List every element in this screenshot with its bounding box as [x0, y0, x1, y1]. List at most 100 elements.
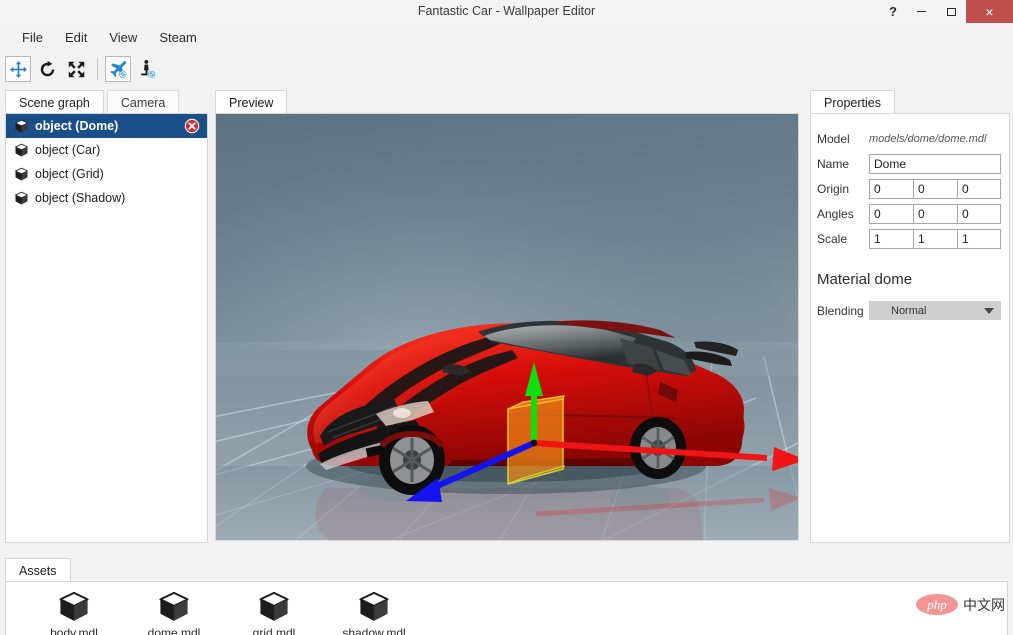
move-tool-button[interactable] [5, 56, 31, 82]
assets-list: body.mdl dome.mdl grid.mdl shadow.mdl [5, 581, 1008, 635]
origin-y-input[interactable] [913, 178, 957, 199]
scene-graph-item-label: object (Grid) [35, 167, 104, 181]
application-window: Fantastic Car - Wallpaper Editor ? × Fil… [0, 0, 1013, 635]
window-title: Fantastic Car - Wallpaper Editor [417, 4, 596, 18]
properties-panel: Properties Model models/dome/dome.mdl Na… [810, 88, 1010, 543]
asset-label: grid.mdl [252, 626, 296, 635]
assets-tabstrip: Assets [5, 556, 1008, 583]
scene-graph-tabstrip: Scene graph Camera [5, 88, 208, 115]
menu-item-view[interactable]: View [99, 27, 147, 48]
toolbar-separator [97, 58, 98, 80]
scene-graph-item-car[interactable]: object (Car) [6, 138, 207, 162]
chevron-down-icon [984, 308, 994, 314]
tab-camera[interactable]: Camera [106, 90, 180, 115]
asset-item-dome[interactable]: dome.mdl [124, 590, 224, 635]
scene-graph-item-dome[interactable]: object (Dome) [6, 114, 207, 138]
property-row-model: Model models/dome/dome.mdl [817, 128, 1003, 149]
preview-tabstrip: Preview [215, 88, 801, 115]
property-row-scale: Scale [817, 228, 1003, 249]
origin-z-input[interactable] [957, 178, 1001, 199]
cube-icon [15, 167, 28, 180]
asset-label: shadow.mdl [342, 626, 406, 635]
material-title: Material dome [817, 271, 913, 288]
close-button[interactable]: × [966, 0, 1013, 23]
watermark: php 中文网 [916, 594, 1005, 615]
maximize-icon [946, 7, 956, 16]
scene-graph-item-label: object (Dome) [35, 119, 119, 133]
tab-preview[interactable]: Preview [215, 90, 288, 115]
tab-scene-graph[interactable]: Scene graph [5, 90, 104, 115]
cube-icon [15, 119, 28, 132]
scale-z-input[interactable] [957, 228, 1001, 249]
menu-item-edit[interactable]: Edit [55, 27, 97, 48]
cube-icon [59, 591, 89, 621]
menu-bar: File Edit View Steam [0, 23, 1013, 51]
fly-camera-button[interactable] [105, 56, 131, 82]
scene-graph-item-shadow[interactable]: object (Shadow) [6, 186, 207, 210]
asset-item-shadow[interactable]: shadow.mdl [324, 590, 424, 635]
scale-y-input[interactable] [913, 228, 957, 249]
model-value: models/dome/dome.mdl [869, 132, 987, 145]
toolbar [0, 51, 1013, 87]
help-button[interactable]: ? [880, 0, 906, 23]
asset-label: body.mdl [50, 626, 98, 635]
property-row-name: Name [817, 153, 1003, 174]
angles-label: Angles [817, 206, 854, 221]
rotate-icon [40, 60, 54, 76]
scene-graph-panel: Scene graph Camera object (Dome) object … [5, 88, 208, 543]
preview-panel: Preview [215, 88, 801, 543]
window-controls: ? × [880, 0, 1013, 23]
scene-graph-list: object (Dome) object (Car) object (Grid)… [5, 113, 208, 543]
blending-label: Blending [817, 303, 864, 318]
tab-assets[interactable]: Assets [5, 558, 71, 583]
tab-properties[interactable]: Properties [810, 90, 895, 115]
scale-icon [68, 61, 84, 77]
rotate-tool-button[interactable] [34, 56, 60, 82]
minimize-button[interactable] [906, 0, 936, 23]
menu-item-file[interactable]: File [12, 27, 53, 48]
airplane-icon [110, 61, 127, 78]
walk-camera-button[interactable] [134, 56, 160, 82]
preview-viewport[interactable] [215, 113, 799, 541]
property-row-angles: Angles [817, 203, 1003, 224]
cube-icon [259, 591, 289, 621]
origin-label: Origin [817, 181, 850, 196]
menu-item-steam[interactable]: Steam [149, 27, 207, 48]
angles-x-input[interactable] [869, 203, 913, 224]
title-bar: Fantastic Car - Wallpaper Editor ? × [0, 0, 1013, 24]
cube-icon [359, 591, 389, 621]
scale-label: Scale [817, 231, 848, 246]
origin-x-input[interactable] [869, 178, 913, 199]
person-icon [141, 60, 156, 78]
asset-item-body[interactable]: body.mdl [24, 590, 124, 635]
blending-value: Normal [891, 304, 927, 317]
asset-label: dome.mdl [147, 626, 201, 635]
scene-graph-item-label: object (Shadow) [35, 191, 126, 205]
angles-y-input[interactable] [913, 203, 957, 224]
cube-icon [15, 191, 28, 204]
maximize-button[interactable] [936, 0, 966, 23]
property-row-blending: Blending Normal [817, 300, 1003, 321]
watermark-text: 中文网 [963, 596, 1005, 613]
minimize-icon [916, 10, 926, 13]
blending-select[interactable]: Normal [869, 301, 1001, 320]
model-label: Model [817, 131, 850, 146]
watermark-logo: php [916, 594, 958, 615]
property-row-origin: Origin [817, 178, 1003, 199]
name-label: Name [817, 156, 850, 171]
cube-icon [159, 591, 189, 621]
3d-scene [216, 114, 798, 540]
scale-x-input[interactable] [869, 228, 913, 249]
scene-graph-item-label: object (Car) [35, 143, 101, 157]
asset-item-grid[interactable]: grid.mdl [224, 590, 324, 635]
angles-z-input[interactable] [957, 203, 1001, 224]
move-icon [9, 60, 27, 78]
scale-tool-button[interactable] [63, 56, 89, 82]
delete-icon[interactable] [184, 118, 200, 134]
scene-graph-item-grid[interactable]: object (Grid) [6, 162, 207, 186]
cube-icon [15, 143, 28, 156]
name-input[interactable] [869, 153, 1001, 174]
properties-tabstrip: Properties [810, 88, 1010, 115]
properties-form: Model models/dome/dome.mdl Name Origin A… [810, 113, 1010, 543]
assets-panel: Assets body.mdl dome.mdl grid.mdl shadow… [5, 556, 1008, 635]
